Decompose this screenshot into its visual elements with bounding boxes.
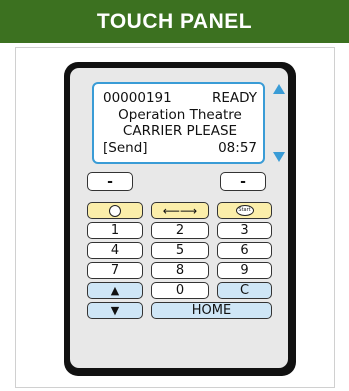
left-softkey-button[interactable]: - [87,172,133,191]
scroll-up-arrow-icon[interactable] [273,84,285,94]
lcd-display: 00000191 READY Operation Theatre CARRIER… [92,82,265,164]
key-3[interactable]: 3 [217,222,272,239]
scroll-down-arrow-icon[interactable] [273,152,285,162]
carrier-id: 00000191 [103,90,172,106]
swap-button[interactable]: ⟵⟶ [151,202,209,219]
key-1[interactable]: 1 [87,222,143,239]
display-line-4: [Send] 08:57 [103,140,257,157]
up-button[interactable]: ▲ [87,282,143,299]
status-text: READY [211,90,257,106]
key-8[interactable]: 8 [151,262,209,279]
key-6[interactable]: 6 [217,242,272,259]
display-line-2: Operation Theatre [118,106,242,123]
send-label: [Send] [103,139,148,156]
key-4[interactable]: 4 [87,242,143,259]
right-softkey-button[interactable]: - [220,172,266,191]
person-icon [109,204,121,217]
page-header: TOUCH PANEL [0,0,349,43]
up-arrow-icon: ▲ [110,284,120,297]
clear-button[interactable]: C [217,282,272,299]
display-line-3: CARRIER PLEASE [122,123,238,139]
device-face: 00000191 READY Operation Theatre CARRIER… [70,68,288,368]
key-2[interactable]: 2 [151,222,209,239]
person-button[interactable] [87,202,143,219]
key-7[interactable]: 7 [87,262,143,279]
display-line-1: 00000191 READY [103,90,257,107]
down-button[interactable]: ▼ [87,302,143,319]
start-icon: Start [235,205,254,216]
start-button[interactable]: Start [217,202,272,219]
clock-time: 08:57 [218,139,257,156]
key-0[interactable]: 0 [151,282,209,299]
key-5[interactable]: 5 [151,242,209,259]
key-9[interactable]: 9 [217,262,272,279]
home-button[interactable]: HOME [151,302,272,319]
touch-panel-device: 00000191 READY Operation Theatre CARRIER… [64,62,296,376]
down-arrow-icon: ▼ [110,304,120,317]
swap-arrows-icon: ⟵⟶ [162,203,198,218]
page-title: TOUCH PANEL [96,9,253,33]
